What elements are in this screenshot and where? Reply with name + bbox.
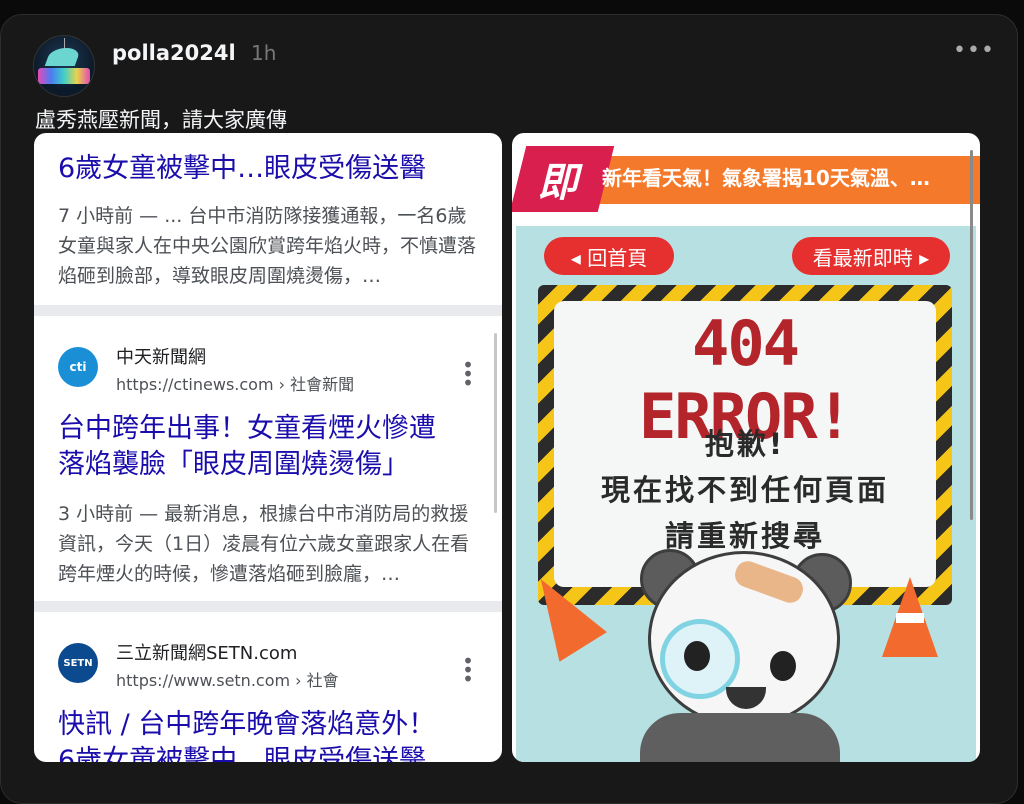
result-snippet: 3 小時前 — 最新消息，根據台中市消防局的救援資訊，今天（1日）凌晨有位六歲女…	[58, 503, 470, 585]
result-title[interactable]: 快訊 / 台中跨年晚會落焰意外！	[58, 707, 435, 743]
breaking-badge: 即	[512, 146, 615, 212]
error-instruction: 請重新搜尋	[664, 519, 825, 553]
result-title-line2[interactable]: 6歲女童被擊中…眼皮受傷送醫	[58, 743, 426, 762]
ctinews-logo-icon: cti	[58, 347, 98, 387]
panda-eye	[684, 641, 710, 671]
source-url: https://www.setn.com › 社會	[116, 671, 339, 690]
result-divider	[34, 305, 502, 316]
search-results-image[interactable]: 6歲女童被擊中…眼皮受傷送醫 7 小時前 — ... 台中市消防隊接獲通報，一名…	[34, 133, 502, 762]
panda-eye	[770, 651, 796, 681]
more-options-icon[interactable]: •••	[953, 38, 995, 63]
avatar-sail	[44, 48, 82, 66]
kebab-menu-icon[interactable]: • • •	[460, 651, 476, 689]
avatar-city	[38, 68, 90, 84]
back-home-button[interactable]: ◂ 回首頁	[544, 237, 674, 275]
username[interactable]: polla2024l	[112, 41, 236, 65]
source-name: 三立新聞網SETN.com	[116, 643, 298, 664]
result-snippet: 7 小時前 — ... 台中市消防隊接獲通報，一名6歲女童與家人在中央公園欣賞跨…	[58, 205, 477, 287]
news-banner[interactable]: 即 新年看天氣！氣象署揭10天氣溫、…	[512, 146, 980, 212]
kebab-menu-icon[interactable]: • • •	[460, 355, 476, 393]
latest-news-button[interactable]: 看最新即時 ▸	[792, 237, 950, 275]
panda-body	[640, 713, 840, 762]
scrollbar[interactable]	[494, 333, 497, 513]
setn-logo-icon: SETN	[58, 643, 98, 683]
avatar[interactable]	[33, 35, 95, 97]
source-name: 中天新聞網	[116, 347, 206, 368]
result-title-line2[interactable]: 落焰襲臉「眼皮周圍燒燙傷」	[58, 447, 409, 483]
result-divider	[34, 601, 502, 612]
scrollbar[interactable]	[970, 150, 973, 520]
error-page-image[interactable]: 即 新年看天氣！氣象署揭10天氣溫、… ◂ 回首頁 看最新即時 ▸ 404 ER…	[512, 133, 980, 762]
result-title[interactable]: 台中跨年出事！女童看煙火慘遭	[58, 411, 436, 447]
source-url: https://ctinews.com › 社會新聞	[116, 375, 355, 394]
breaking-badge-text: 即	[535, 160, 587, 206]
error-message: 現在找不到任何頁面	[600, 473, 889, 507]
result-title[interactable]: 6歲女童被擊中…眼皮受傷送醫	[58, 151, 426, 187]
error-apology: 抱歉!	[704, 427, 786, 461]
post-time: 1h	[251, 41, 277, 65]
banner-headline[interactable]: 新年看天氣！氣象署揭10天氣溫、…	[602, 162, 930, 191]
post-caption: 盧秀燕壓新聞，請大家廣傳	[35, 108, 287, 132]
cone-stripe	[896, 613, 924, 623]
